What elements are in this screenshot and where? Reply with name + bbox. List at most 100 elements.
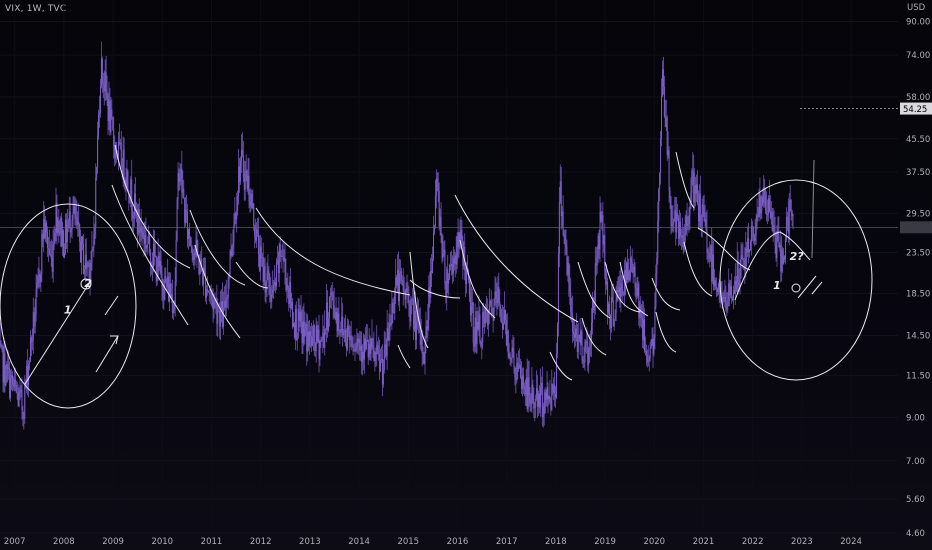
candle-body [371, 338, 373, 347]
vix-chart[interactable]: 12 12? 4.605.607.009.0011.5014.5018.5023.… [0, 0, 932, 550]
candle-body [407, 292, 409, 304]
time-axis[interactable]: 2007 2008 2009 2010 2011 2012 2013 2014 2015 2016… [4, 537, 862, 547]
candle-body [558, 201, 560, 254]
candle-body [573, 333, 575, 338]
candle-body [257, 232, 259, 255]
candle-body [506, 331, 508, 346]
candle-body [725, 303, 727, 310]
candle-body [443, 249, 445, 254]
candle-body [279, 243, 281, 257]
candle-body [505, 319, 507, 346]
candle-body [126, 171, 128, 189]
candle-body [394, 293, 396, 313]
candle-body [677, 213, 679, 218]
candle-body [316, 325, 318, 342]
y-tick-label: 45.50 [906, 135, 930, 145]
candle-body [97, 135, 99, 168]
candle-body [62, 230, 64, 247]
candle-body [70, 229, 72, 233]
candle-body [193, 253, 195, 261]
candle-body [47, 248, 49, 250]
candle-body [770, 211, 772, 218]
candle-body [423, 352, 425, 364]
candle-body [174, 281, 176, 304]
candle-body [168, 276, 170, 302]
candle-body [781, 250, 783, 272]
candle-body [294, 308, 296, 338]
candle-body [159, 260, 161, 267]
candle-body [626, 262, 628, 283]
candle-body [723, 296, 725, 298]
candle-body [53, 243, 55, 246]
candle-body [52, 245, 54, 272]
candle-body [702, 204, 704, 207]
y-tick-label: 18.50 [906, 290, 930, 300]
candle-body [749, 241, 751, 250]
candle-body [244, 171, 246, 190]
candle-body [529, 395, 531, 404]
candle-body [516, 363, 518, 381]
candle-body [298, 309, 300, 321]
y-tick-label: 74.00 [906, 51, 930, 61]
y-tick-label: 29.50 [906, 209, 930, 219]
x-tick-label: 2024 [840, 537, 862, 547]
candle-body [470, 305, 472, 316]
x-tick-label: 2016 [447, 537, 469, 547]
candle-body [607, 281, 609, 313]
candles [0, 41, 794, 430]
candle-body [107, 98, 109, 121]
candle-body [659, 172, 661, 190]
candle-body [72, 212, 74, 221]
candle-body [258, 254, 260, 271]
candle-body [145, 234, 147, 249]
candle-body [75, 217, 77, 219]
candle-body [92, 248, 94, 250]
candle-body [679, 222, 681, 236]
candle-body [350, 335, 352, 338]
candle-body [564, 235, 566, 245]
candle-body [738, 282, 740, 287]
candle-body [99, 112, 101, 115]
chart-area[interactable]: VIX, 1W, TVC 1 2 1 2? 4.60 5.60 7.00 9.00 11.50… [0, 0, 932, 550]
candle-body [291, 301, 293, 309]
x-tick-label: 2017 [496, 537, 518, 547]
candle-body [315, 325, 317, 352]
candle-body [38, 274, 40, 277]
price-axis[interactable]: 4.60 5.60 7.00 9.00 11.50 14.50 18.50 23.50 29.5… [900, 3, 932, 539]
candle-body [241, 150, 243, 156]
candle-body [422, 352, 424, 354]
candle-body [10, 377, 12, 398]
candle-body [601, 215, 603, 222]
candle-body [11, 375, 13, 378]
candle-body [30, 337, 32, 342]
candle-body [301, 322, 303, 344]
candle-body [296, 337, 298, 341]
candle-body [413, 299, 415, 330]
candle-body [524, 388, 526, 395]
candle-body [236, 210, 238, 220]
y-tick-label: 4.60 [906, 529, 925, 539]
candle-body [637, 283, 639, 296]
candle-body [560, 181, 562, 217]
candle-body [613, 319, 615, 327]
candle-body [100, 58, 102, 87]
candle-body [176, 199, 178, 240]
candle-body [643, 319, 645, 341]
candle-body [12, 384, 14, 387]
candle-body [440, 216, 442, 236]
candle-body [521, 375, 523, 390]
candle-body [551, 383, 553, 411]
candle-body [550, 399, 552, 411]
candle-body [74, 206, 76, 218]
candle-body [688, 215, 690, 224]
candle-body [570, 291, 572, 313]
candle-body [263, 266, 265, 283]
candle-body [713, 254, 715, 286]
candle-body [565, 244, 567, 247]
candle-body [113, 130, 115, 148]
candle-body [474, 317, 476, 347]
candle-body [426, 326, 428, 330]
candle-body [663, 87, 665, 117]
candle-body [44, 219, 46, 238]
candle-body [84, 254, 86, 270]
